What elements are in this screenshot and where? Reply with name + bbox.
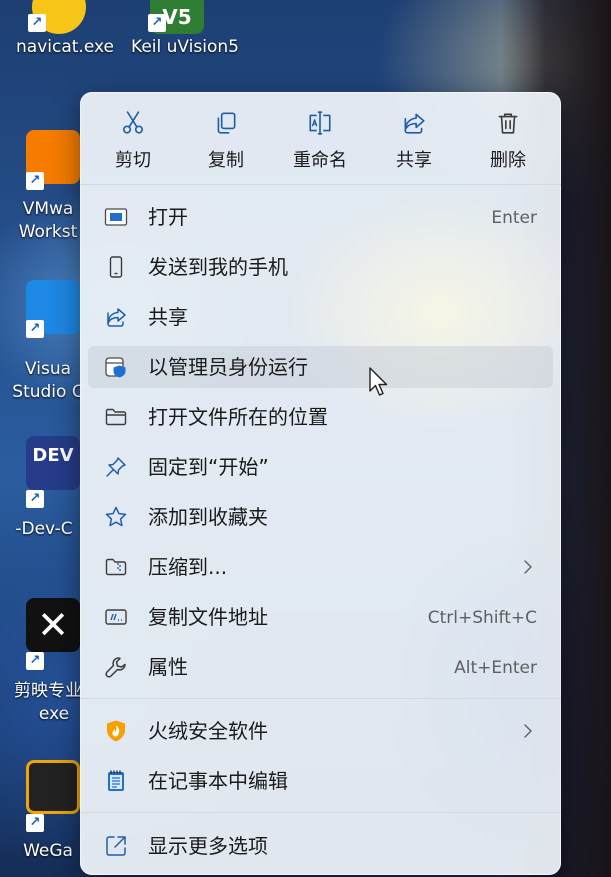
folder-icon — [105, 408, 127, 426]
chevron-right-icon — [524, 724, 532, 738]
menu-item-label: 固定到“开始” — [148, 455, 269, 479]
copy-icon — [217, 112, 236, 134]
mouse-cursor-icon — [369, 367, 388, 396]
share-toolbar-button[interactable]: 共享 — [374, 110, 454, 172]
huorong-icon — [107, 720, 125, 742]
scissors-icon — [122, 111, 144, 134]
menu-item-compress-to[interactable]: 压缩到... — [88, 546, 553, 588]
jianying-icon: ✕ — [26, 598, 80, 652]
shortcut-arrow-icon: ↗ — [26, 814, 44, 832]
copy-label: 复制 — [208, 150, 244, 171]
menu-item-share[interactable]: 共享 — [88, 296, 553, 338]
menu-item-edit-in-notepad[interactable]: 在记事本中编辑 — [88, 760, 553, 802]
menu-item-run-as-admin[interactable]: 以管理员身份运行 — [88, 346, 553, 388]
more-options-icon — [106, 836, 126, 856]
menu-item-open-file-location[interactable]: 打开文件所在的位置 — [88, 396, 553, 438]
menu-item-label: 火绒安全软件 — [148, 719, 268, 743]
rename-label: 重命名 — [293, 150, 347, 171]
phone-icon — [109, 256, 123, 278]
menu-item-label: 添加到收藏夹 — [148, 505, 268, 529]
cut-button[interactable]: 剪切 — [93, 110, 173, 172]
admin-shield-icon — [105, 357, 126, 378]
menu-item-label: 共享 — [148, 305, 188, 329]
menu-item-label: 显示更多选项 — [148, 834, 268, 858]
trash-icon — [498, 113, 518, 134]
menu-item-shortcut: Ctrl+Shift+C — [427, 608, 537, 628]
shortcut-arrow-icon: ↗ — [28, 14, 46, 32]
menu-item-label: 以管理员身份运行 — [148, 355, 308, 379]
menu-item-label: 发送到我的手机 — [148, 255, 288, 279]
menu-item-send-to-phone[interactable]: 发送到我的手机 — [88, 246, 553, 288]
cut-label: 剪切 — [115, 150, 151, 171]
desktop-icon-label: navicat.exe — [16, 37, 114, 57]
shortcut-arrow-icon: ↗ — [26, 490, 44, 508]
copy-path-icon — [105, 609, 127, 625]
menu-item-label: 打开 — [148, 205, 188, 229]
rename-button[interactable]: 重命名 — [280, 110, 360, 172]
context-menu: 剪切 复制 重命名 共享 删除 打开 Enter 发送到我的手机 共享 以管理员… — [80, 92, 561, 875]
menu-divider — [80, 698, 561, 699]
wrench-icon — [105, 657, 126, 678]
menu-item-label: 打开文件所在的位置 — [148, 405, 328, 429]
chevron-right-icon — [524, 560, 532, 574]
delete-button[interactable]: 删除 — [468, 110, 548, 172]
pin-icon — [106, 457, 126, 477]
star-icon — [105, 506, 127, 527]
menu-item-shortcut: Enter — [491, 208, 537, 228]
devcpp-icon: DEV — [26, 436, 80, 490]
shortcut-arrow-icon: ↗ — [26, 172, 44, 190]
menu-item-properties[interactable]: 属性 Alt+Enter — [88, 646, 553, 688]
share-label: 共享 — [396, 150, 432, 171]
menu-item-open[interactable]: 打开 Enter — [88, 196, 553, 238]
copy-button[interactable]: 复制 — [186, 110, 266, 172]
menu-divider — [80, 812, 561, 813]
menu-item-label: 复制文件地址 — [148, 605, 268, 629]
menu-divider — [80, 184, 561, 185]
rename-icon — [309, 111, 331, 135]
menu-toolbar: 剪切 复制 重命名 共享 删除 — [80, 92, 561, 184]
menu-item-shortcut: Alt+Enter — [454, 658, 537, 678]
notepad-icon — [108, 770, 124, 791]
shortcut-arrow-icon: ↗ — [26, 652, 44, 670]
menu-item-label: 压缩到... — [148, 555, 228, 579]
menu-item-show-more-options[interactable]: 显示更多选项 — [88, 825, 553, 867]
shortcut-arrow-icon: ↗ — [26, 320, 44, 338]
wegame-icon — [26, 760, 80, 814]
menu-item-pin-to-start[interactable]: 固定到“开始” — [88, 446, 553, 488]
delete-label: 删除 — [490, 150, 526, 171]
share-icon — [404, 113, 425, 134]
menu-item-copy-file-path[interactable]: 复制文件地址 Ctrl+Shift+C — [88, 596, 553, 638]
menu-item-add-to-favorites[interactable]: 添加到收藏夹 — [88, 496, 553, 538]
open-app-icon — [104, 208, 128, 226]
desktop-icon-label: Keil uVision5 — [131, 37, 239, 57]
share-icon — [107, 308, 126, 327]
menu-item-huorong[interactable]: 火绒安全软件 — [88, 710, 553, 752]
shortcut-arrow-icon: ↗ — [148, 14, 166, 32]
zip-folder-icon — [105, 558, 127, 576]
menu-item-label: 属性 — [148, 655, 188, 679]
menu-item-label: 在记事本中编辑 — [148, 769, 288, 793]
